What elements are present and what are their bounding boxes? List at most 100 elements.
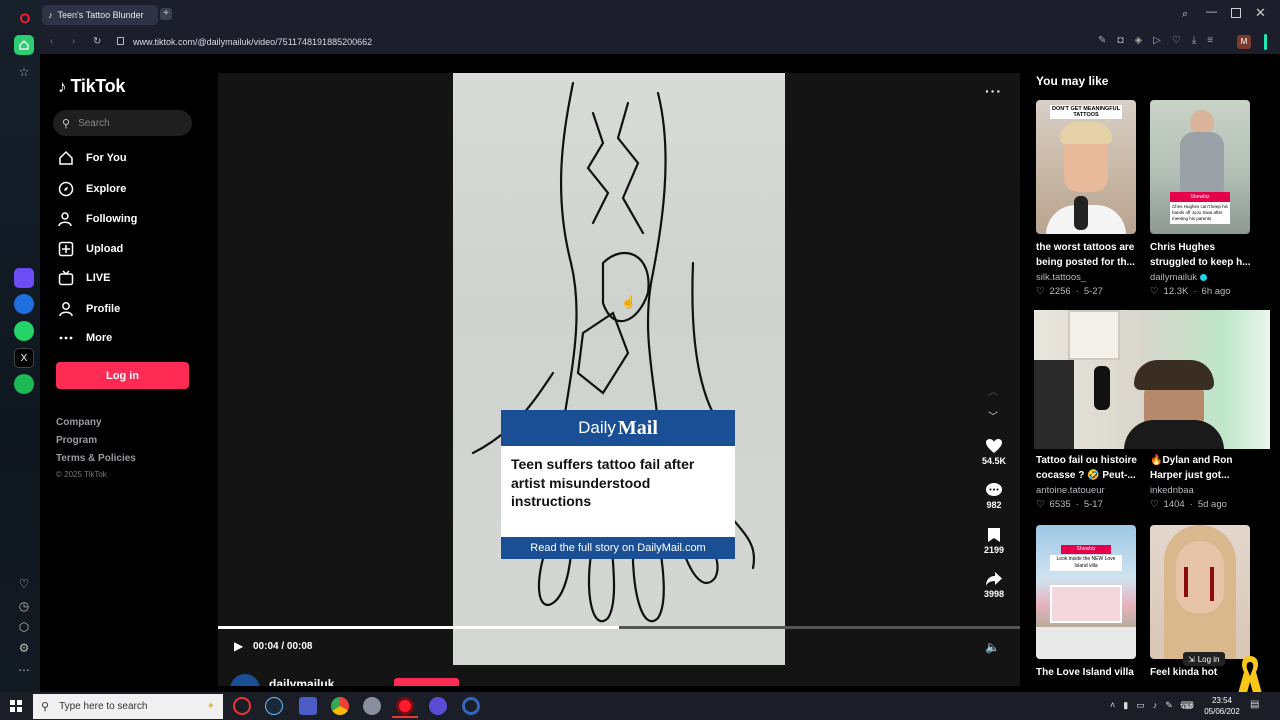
steam-icon[interactable]	[265, 697, 283, 715]
network-icon[interactable]: ▭	[1136, 700, 1145, 711]
language-indicator[interactable]: עבר	[1180, 702, 1194, 711]
play-icon[interactable]: ▷	[1153, 35, 1161, 46]
footer-program[interactable]: Program	[56, 435, 97, 446]
app-icon[interactable]	[429, 697, 447, 715]
card-thumbnail[interactable]: DON'T GET MEANINGFUL TATTOOS	[1036, 100, 1136, 234]
card-title[interactable]: The Love Island villa	[1036, 665, 1141, 680]
opera-sidebar: O ☆ X ♡ ◷ ⬡ ⚙ ⋯	[0, 0, 40, 720]
clock[interactable]: 23:54 05/06/202	[1202, 695, 1242, 717]
card-likes: 6535	[1049, 499, 1071, 510]
profile-avatar[interactable]: M	[1237, 35, 1251, 49]
nav-following[interactable]: Following	[58, 211, 137, 227]
app-icon[interactable]	[462, 697, 480, 715]
video-more-icon[interactable]: ···	[985, 83, 1002, 99]
more-rail-icon[interactable]: ⋯	[14, 660, 34, 680]
card-author[interactable]: silk.tattoos_	[1036, 272, 1086, 283]
comment-action[interactable]: 982	[979, 482, 1009, 510]
dm-cta[interactable]: Read the full story on DailyMail.com	[501, 537, 735, 559]
history-icon[interactable]: ◷	[14, 596, 34, 616]
home-icon	[59, 150, 73, 165]
nav-live[interactable]: LIVE	[58, 270, 110, 286]
author-name[interactable]: dailymailuk	[269, 677, 334, 686]
nav-explore[interactable]: Explore	[58, 181, 126, 197]
camera-icon[interactable]: ◘	[1117, 35, 1123, 46]
footer-terms[interactable]: Terms & Policies	[56, 453, 136, 464]
cursor-icon: ☝	[621, 295, 636, 309]
opera-logo-icon[interactable]: O	[15, 8, 35, 28]
notifications-icon[interactable]: ▤	[1250, 699, 1259, 710]
nav-upload[interactable]: Upload	[58, 241, 123, 257]
footer-company[interactable]: Company	[56, 417, 102, 428]
card-thumbnail[interactable]: Showbiz Look inside the NEW Love Island …	[1036, 525, 1136, 659]
heart-sidebar-icon[interactable]: ♡	[14, 574, 34, 594]
opera-taskbar-icon[interactable]	[396, 697, 414, 715]
speed-dial-icon[interactable]: ☆	[14, 62, 34, 82]
login-button[interactable]: Log in	[56, 362, 189, 389]
share-action[interactable]: 3998	[979, 571, 1009, 599]
like-action[interactable]: 54.5K	[979, 438, 1009, 466]
x-icon[interactable]: X	[14, 348, 34, 368]
app-icon[interactable]	[233, 697, 251, 715]
volume-tray-icon[interactable]: ♪	[1153, 700, 1158, 711]
spotify-icon[interactable]	[14, 374, 34, 394]
forward-icon[interactable]: ›	[72, 36, 75, 47]
menu-icon[interactable]: ≡	[1207, 35, 1213, 46]
taskbar-search[interactable]: ⚲ Type here to search ✦	[33, 694, 223, 719]
aria-icon[interactable]	[14, 268, 34, 288]
nav-profile[interactable]: Profile	[58, 301, 120, 317]
thumb-caption: Chris Hughes can't keep his hands off Jo…	[1170, 202, 1230, 224]
whatsapp-icon[interactable]	[14, 321, 34, 341]
close-icon[interactable]: ✕	[1255, 5, 1266, 21]
extensions-icon[interactable]: ⬡	[14, 617, 34, 637]
card-author[interactable]: inkednbaa	[1150, 485, 1194, 496]
home-icon[interactable]	[14, 35, 34, 55]
heart-icon[interactable]: ♡	[1172, 35, 1181, 46]
card-title[interactable]: Chris Hughes struggled to keep h...	[1150, 240, 1255, 270]
next-video-icon[interactable]: ﹀	[988, 408, 998, 423]
dm-card[interactable]: Daily Mail Teen suffers tattoo fail afte…	[501, 410, 735, 542]
nav-more[interactable]: More	[58, 330, 112, 346]
card-thumbnail[interactable]	[1150, 525, 1250, 659]
card-author-row[interactable]: dailymailuk	[1150, 272, 1207, 283]
app-icon[interactable]	[363, 697, 381, 715]
download-icon[interactable]: ⤓	[1192, 35, 1196, 46]
nav-for-you[interactable]: For You	[58, 150, 127, 166]
hair-shape	[1060, 122, 1112, 144]
mini-login-label: Log in	[1197, 654, 1220, 664]
usb-icon[interactable]: ▮	[1123, 700, 1128, 711]
card-title[interactable]: Tattoo fail ou histoire cocasse ? 🤣 Peut…	[1036, 453, 1141, 483]
shield-icon[interactable]: ◈	[1134, 35, 1142, 46]
reload-icon[interactable]: ↻	[93, 36, 101, 47]
video-frame[interactable]: Daily Mail Teen suffers tattoo fail afte…	[453, 73, 785, 665]
card-meta: ♡ 1404 · 5d ago	[1150, 499, 1227, 510]
follow-button[interactable]	[394, 678, 459, 686]
card-title[interactable]: the worst tattoos are being posted for t…	[1036, 240, 1141, 270]
url-field[interactable]: www.tiktok.com/@dailymailuk/video/751174…	[133, 37, 372, 47]
back-icon[interactable]: ‹	[50, 36, 53, 47]
prev-video-icon[interactable]: ︿	[988, 383, 998, 398]
minimize-icon[interactable]: —	[1206, 6, 1217, 18]
card-thumbnail[interactable]: Showbiz Chris Hughes can't keep his hand…	[1150, 100, 1250, 234]
tiktok-logo[interactable]: ♪ TikTok	[58, 76, 125, 97]
messenger-icon[interactable]	[14, 294, 34, 314]
edit-icon[interactable]: ✎	[1098, 35, 1106, 46]
chrome-icon[interactable]	[331, 697, 349, 715]
volume-icon[interactable]: 🔈	[985, 640, 1000, 654]
chevron-up-icon[interactable]: ˄	[1110, 700, 1115, 711]
search-input[interactable]: ⚲ Search	[53, 110, 192, 136]
browser-tab[interactable]: ♪ Teen's Tattoo Blunder	[42, 5, 158, 25]
pen-icon[interactable]: ✎	[1165, 700, 1173, 711]
save-action[interactable]: 2199	[979, 527, 1009, 555]
webcam-thumbnail[interactable]	[1034, 310, 1270, 449]
settings-icon[interactable]: ⚙	[14, 638, 34, 658]
windows-start-icon[interactable]	[10, 700, 22, 712]
maximize-icon[interactable]	[1231, 8, 1241, 18]
new-tab-button[interactable]: +	[160, 8, 172, 20]
search-tabs-icon[interactable]: ⌕	[1182, 8, 1188, 21]
app-icon[interactable]	[299, 697, 317, 715]
card-title[interactable]: 🔥Dylan and Ron Harper just got...	[1150, 453, 1255, 483]
heart-outline-icon: ♡	[1150, 286, 1159, 297]
card-author[interactable]: antoine.tatoueur	[1036, 485, 1105, 496]
play-icon[interactable]: ▶	[234, 639, 243, 653]
mini-login-button[interactable]: ⇲ Log in	[1183, 652, 1225, 666]
